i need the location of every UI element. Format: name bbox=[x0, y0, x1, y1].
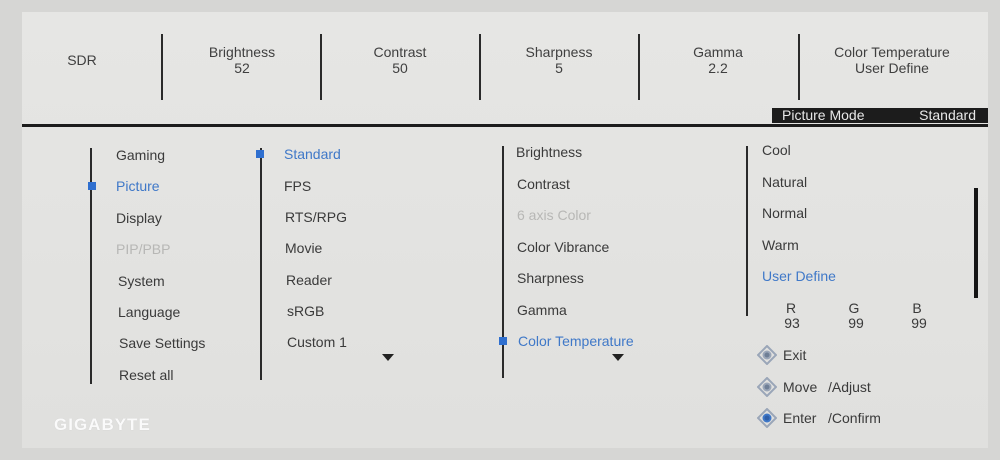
status-divider bbox=[798, 34, 800, 100]
picture-mode-banner: Picture Mode Standard bbox=[772, 108, 988, 123]
status-divider bbox=[320, 34, 322, 100]
mode-custom-1[interactable]: Custom 1 bbox=[287, 334, 347, 350]
setting-brightness[interactable]: Brightness bbox=[516, 144, 582, 160]
mode-srgb[interactable]: sRGB bbox=[287, 303, 324, 319]
joystick-icon bbox=[757, 345, 777, 365]
hdr-mode: SDR bbox=[52, 52, 112, 68]
setting-sharpness[interactable]: Sharpness bbox=[517, 270, 584, 286]
temp-cool[interactable]: Cool bbox=[762, 142, 791, 158]
status-label: Sharpness bbox=[525, 44, 593, 60]
hint-enter: Enter bbox=[783, 410, 817, 426]
gigabyte-logo: GIGABYTE bbox=[54, 415, 151, 434]
menu-item-pip-pbp: PIP/PBP bbox=[116, 241, 171, 257]
mode-fps[interactable]: FPS bbox=[284, 178, 311, 194]
chevron-down-icon[interactable] bbox=[382, 354, 394, 361]
hdr-mode-label: SDR bbox=[67, 52, 97, 68]
status-divider bbox=[161, 34, 163, 100]
selected-bullet bbox=[88, 182, 96, 190]
mode-standard[interactable]: Standard bbox=[284, 146, 341, 162]
status-divider bbox=[638, 34, 640, 100]
menu-item-language[interactable]: Language bbox=[118, 304, 180, 320]
setting-color-vibrance[interactable]: Color Vibrance bbox=[517, 239, 609, 255]
column-divider bbox=[746, 146, 748, 316]
rgb-r-value[interactable]: 93 bbox=[777, 315, 807, 331]
status-brightness: Brightness 52 bbox=[172, 44, 312, 76]
joystick-icon bbox=[757, 377, 777, 397]
status-gamma: Gamma 2.2 bbox=[648, 44, 788, 76]
setting-6-axis-color: 6 axis Color bbox=[517, 207, 591, 223]
temp-normal[interactable]: Normal bbox=[762, 205, 807, 221]
status-color-temperature: Color Temperature User Define bbox=[812, 44, 972, 76]
chevron-down-icon[interactable] bbox=[612, 354, 624, 361]
status-label: Brightness bbox=[208, 44, 276, 60]
picture-mode-value: Standard bbox=[919, 107, 976, 123]
joystick-icon bbox=[757, 408, 777, 428]
menu-item-save-settings[interactable]: Save Settings bbox=[119, 335, 205, 351]
status-value: 50 bbox=[392, 60, 408, 76]
hint-adjust: /Adjust bbox=[828, 379, 871, 395]
mode-reader[interactable]: Reader bbox=[286, 272, 332, 288]
hint-exit: Exit bbox=[783, 347, 807, 363]
scrollbar[interactable] bbox=[974, 188, 978, 298]
status-value: 2.2 bbox=[708, 60, 728, 76]
rgb-r-label: R bbox=[785, 300, 797, 316]
menu-item-picture[interactable]: Picture bbox=[116, 178, 160, 194]
status-label: Color Temperature bbox=[834, 44, 950, 60]
menu-item-system[interactable]: System bbox=[118, 273, 165, 289]
status-divider bbox=[479, 34, 481, 100]
status-sharpness: Sharpness 5 bbox=[489, 44, 629, 76]
rgb-b-value[interactable]: 99 bbox=[904, 315, 934, 331]
status-bar: SDR Brightness 52 Contrast 50 Sharpness … bbox=[22, 12, 988, 120]
setting-color-temperature[interactable]: Color Temperature bbox=[518, 333, 634, 349]
menu-item-reset-all[interactable]: Reset all bbox=[119, 367, 173, 383]
rgb-b-label: B bbox=[912, 300, 922, 316]
mode-rts-rpg[interactable]: RTS/RPG bbox=[285, 209, 347, 225]
osd-screen: SDR Brightness 52 Contrast 50 Sharpness … bbox=[22, 12, 988, 448]
temp-warm[interactable]: Warm bbox=[762, 237, 799, 253]
status-value: 52 bbox=[234, 60, 250, 76]
selected-bullet bbox=[256, 150, 264, 158]
status-contrast: Contrast 50 bbox=[330, 44, 470, 76]
rgb-g-label: G bbox=[848, 300, 860, 316]
status-label: Contrast bbox=[373, 44, 427, 60]
menu-item-display[interactable]: Display bbox=[116, 210, 162, 226]
rgb-g-value[interactable]: 99 bbox=[841, 315, 871, 331]
setting-contrast[interactable]: Contrast bbox=[517, 176, 570, 192]
temp-natural[interactable]: Natural bbox=[762, 174, 807, 190]
status-value: 5 bbox=[555, 60, 563, 76]
selected-bullet bbox=[499, 337, 507, 345]
picture-mode-label: Picture Mode bbox=[782, 107, 865, 123]
mode-movie[interactable]: Movie bbox=[285, 240, 322, 256]
column-divider bbox=[260, 148, 262, 380]
menu-item-gaming[interactable]: Gaming bbox=[116, 147, 165, 163]
hint-move: Move bbox=[783, 379, 818, 395]
hint-confirm: /Confirm bbox=[828, 410, 881, 426]
setting-gamma[interactable]: Gamma bbox=[517, 302, 567, 318]
temp-user-define[interactable]: User Define bbox=[762, 268, 836, 284]
status-value: User Define bbox=[855, 60, 929, 76]
status-label: Gamma bbox=[693, 44, 743, 60]
header-divider bbox=[22, 124, 988, 127]
